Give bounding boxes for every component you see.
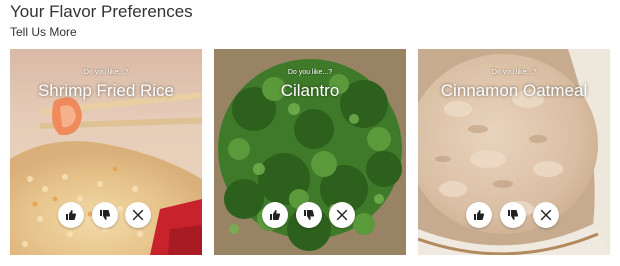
like-button[interactable] (466, 202, 492, 228)
card-actions (214, 202, 406, 228)
food-name: Cilantro (280, 81, 340, 100)
dismiss-button[interactable] (533, 202, 559, 228)
dislike-button[interactable] (296, 202, 322, 228)
food-card-cinnamon-oatmeal[interactable]: Do you like...? Cinnamon Oatmeal (418, 49, 610, 255)
dislike-button[interactable] (92, 202, 118, 228)
thumbs-up-icon (270, 210, 281, 220)
close-icon (540, 209, 552, 221)
food-name: Shrimp Fried Rice (37, 81, 175, 100)
like-button[interactable] (58, 202, 84, 228)
thumbs-down-icon (304, 210, 315, 220)
card-prompt: Do you like...? (83, 69, 129, 76)
food-card-shrimp-fried-rice[interactable]: Do you like...? Shrimp Fried Rice (10, 49, 202, 255)
close-icon (132, 209, 144, 221)
thumbs-down-icon (508, 210, 519, 220)
dismiss-button[interactable] (125, 202, 151, 228)
page-subtitle: Tell Us More (10, 25, 77, 39)
card-prompt: Do you like...? (287, 69, 333, 76)
dismiss-button[interactable] (329, 202, 355, 228)
close-icon (336, 209, 348, 221)
thumbs-up-icon (66, 210, 77, 220)
thumbs-down-icon (100, 210, 111, 220)
page-title: Your Flavor Preferences (10, 2, 193, 21)
dislike-button[interactable] (500, 202, 526, 228)
like-button[interactable] (262, 202, 288, 228)
card-prompt: Do you like...? (491, 69, 537, 76)
card-actions (418, 202, 610, 228)
card-actions (10, 202, 202, 228)
thumbs-up-icon (474, 210, 485, 220)
food-card-cilantro[interactable]: Do you like...? Cilantro (214, 49, 406, 255)
food-name: Cinnamon Oatmeal (440, 81, 588, 100)
